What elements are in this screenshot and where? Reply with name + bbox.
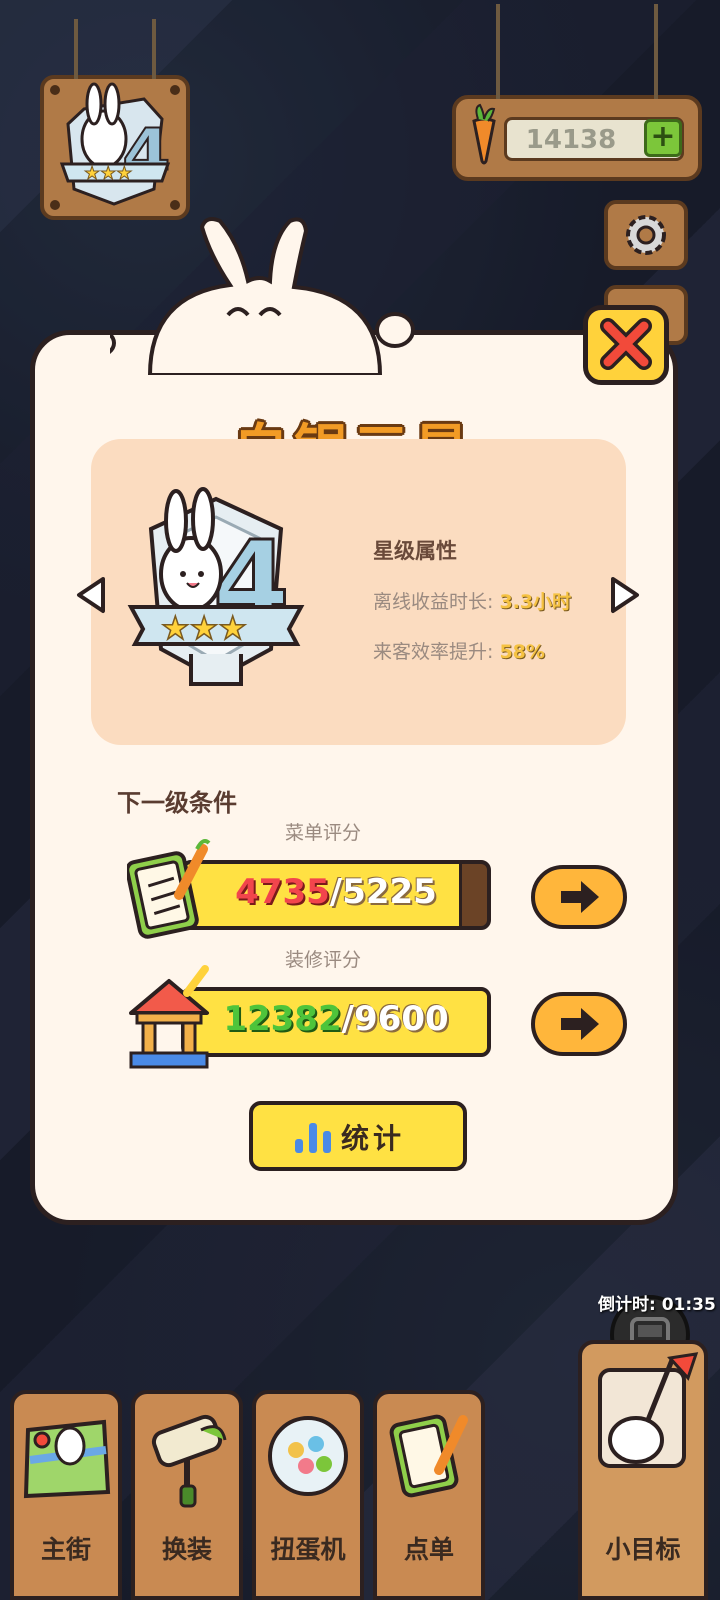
goal-flag-icon bbox=[598, 1352, 699, 1468]
menu-clipboard-icon bbox=[389, 1414, 468, 1498]
menu-score-text: 4735/5225 bbox=[185, 872, 487, 912]
nav-order-label: 点单 bbox=[403, 1535, 454, 1564]
settings-button[interactable] bbox=[604, 200, 688, 270]
efficiency-label: 来客效率提升: bbox=[373, 641, 500, 663]
previous-rank-arrow-icon[interactable] bbox=[73, 575, 109, 615]
countdown-timer: 倒计时: 01:35 bbox=[598, 1295, 716, 1315]
menu-score-bar: 4735/5225 bbox=[181, 860, 491, 930]
carrot-icon bbox=[472, 103, 496, 165]
nav-gacha-label: 扭蛋机 bbox=[270, 1535, 346, 1564]
nav-order[interactable]: 点单 bbox=[373, 1390, 485, 1600]
svg-text:★★★: ★★★ bbox=[84, 163, 132, 184]
offline-earnings-label: 离线收益时长: bbox=[373, 591, 500, 613]
menu-score-separator: / bbox=[329, 872, 343, 912]
arrow-right-icon bbox=[561, 881, 599, 913]
add-carrots-button[interactable]: + bbox=[644, 119, 682, 157]
close-icon bbox=[600, 318, 652, 370]
menu-score-label: 菜单评分 bbox=[285, 822, 362, 844]
nav-goals-label: 小目标 bbox=[605, 1535, 681, 1564]
efficiency-row: 来客效率提升: 58% bbox=[373, 637, 545, 664]
decor-score-text: 12382/9600 bbox=[185, 999, 487, 1039]
gacha-machine-icon bbox=[268, 1416, 348, 1496]
menu-score-target: 5225 bbox=[342, 872, 437, 912]
decor-score-separator: / bbox=[341, 999, 355, 1039]
nav-main-street[interactable]: 主街 bbox=[10, 1390, 122, 1600]
bar-chart-icon bbox=[295, 1123, 331, 1153]
next-rank-arrow-icon[interactable] bbox=[607, 575, 643, 615]
nav-gacha[interactable]: 扭蛋机 bbox=[252, 1390, 364, 1600]
gear-icon bbox=[626, 215, 666, 255]
nav-main-street-label: 主街 bbox=[40, 1535, 91, 1564]
map-icon bbox=[23, 1419, 111, 1499]
bottom-nav: 主街 换装 扭蛋机 点单 小目标 bbox=[0, 1340, 720, 1600]
decor-score-target: 9600 bbox=[354, 999, 449, 1039]
rank-badge-icon: 4 ★★★ bbox=[59, 82, 172, 206]
bunny-mascot-icon bbox=[110, 217, 415, 375]
silver-rank-emblem-icon: 4 ★★★ bbox=[127, 487, 305, 686]
offline-earnings-row: 离线收益时长: 3.3小时 bbox=[373, 587, 571, 614]
house-decor-icon bbox=[129, 965, 209, 1069]
attributes-title: 星级属性 bbox=[373, 539, 457, 563]
decor-score-current: 12382 bbox=[223, 999, 342, 1039]
rank-dialog: 白银三星 4 ★★★ 星级属性 离线收益时长: 3.3小时 来客效率提升: 58… bbox=[30, 330, 678, 1225]
statistics-label: 统计 bbox=[341, 1122, 406, 1155]
offline-earnings-value: 3.3小时 bbox=[499, 591, 572, 613]
carrot-count: 14138 bbox=[525, 125, 617, 155]
nav-goals[interactable]: 小目标 bbox=[578, 1340, 708, 1600]
menu-score-go-button[interactable] bbox=[531, 865, 627, 929]
menu-score-current: 4735 bbox=[235, 872, 330, 912]
nav-dress-up-label: 换装 bbox=[161, 1535, 212, 1564]
nav-dress-up[interactable]: 换装 bbox=[131, 1390, 243, 1600]
efficiency-value: 58% bbox=[499, 641, 545, 663]
paint-roller-icon bbox=[151, 1414, 227, 1508]
statistics-button[interactable]: 统计 bbox=[249, 1101, 467, 1171]
decor-score-label: 装修评分 bbox=[285, 949, 362, 971]
rank-sign-button[interactable]: 4 ★★★ bbox=[40, 19, 190, 220]
arrow-right-icon bbox=[561, 1008, 599, 1040]
svg-text:★★★: ★★★ bbox=[161, 609, 247, 647]
decor-score-bar: 12382/9600 bbox=[181, 987, 491, 1057]
close-button[interactable] bbox=[583, 305, 669, 385]
decor-score-go-button[interactable] bbox=[531, 992, 627, 1056]
menu-clipboard-icon bbox=[127, 839, 211, 939]
rank-info-card: 4 ★★★ 星级属性 离线收益时长: 3.3小时 来客效率提升: 58% bbox=[91, 439, 626, 745]
next-level-title: 下一级条件 bbox=[117, 789, 237, 817]
carrot-counter: 14138 + bbox=[452, 4, 702, 181]
